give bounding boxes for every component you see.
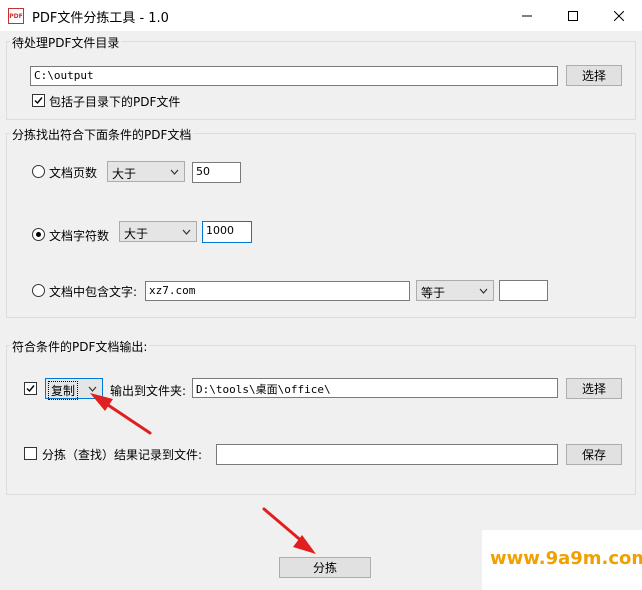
annotation-arrow-to-sort-button xyxy=(262,507,316,554)
annotation-arrows xyxy=(90,393,316,554)
watermark-text: www.9a9m.com xyxy=(490,548,642,569)
annotation-arrow-to-action-select xyxy=(90,393,152,435)
site-watermark: www.9a9m.com xyxy=(482,530,642,590)
